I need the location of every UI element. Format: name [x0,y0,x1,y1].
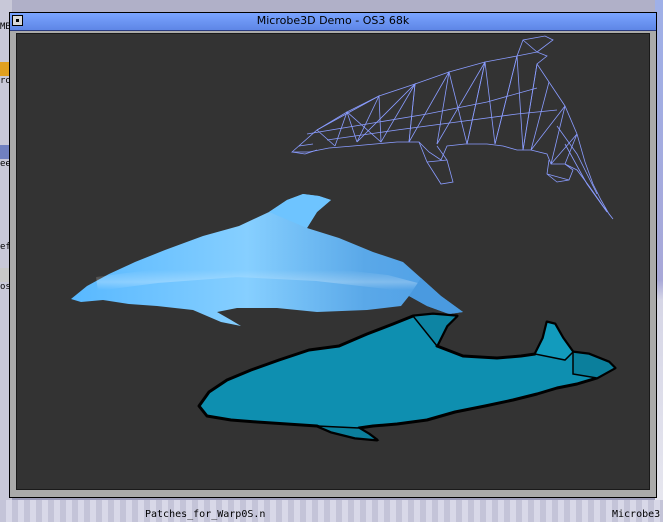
demo-window: Microbe3D Demo - OS3 68k [10,13,656,497]
desktop-file-label[interactable]: Patches_for_Warp0S.n [145,509,265,520]
dolphin-smooth-shaded [71,194,463,326]
desktop-bottom-strip: Patches_for_Warp0S.n Microbe3 [0,500,663,522]
desktop-right-strip [655,0,663,522]
render-viewport[interactable] [16,33,650,490]
window-title: Microbe3D Demo - OS3 68k [256,14,410,27]
dolphin-wireframe [290,35,614,220]
desktop-file-label[interactable]: Microbe3 [612,509,660,520]
dolphin-flat-outlined [197,312,617,442]
scene-canvas [71,35,617,442]
window-titlebar[interactable]: Microbe3D Demo - OS3 68k [10,13,656,31]
